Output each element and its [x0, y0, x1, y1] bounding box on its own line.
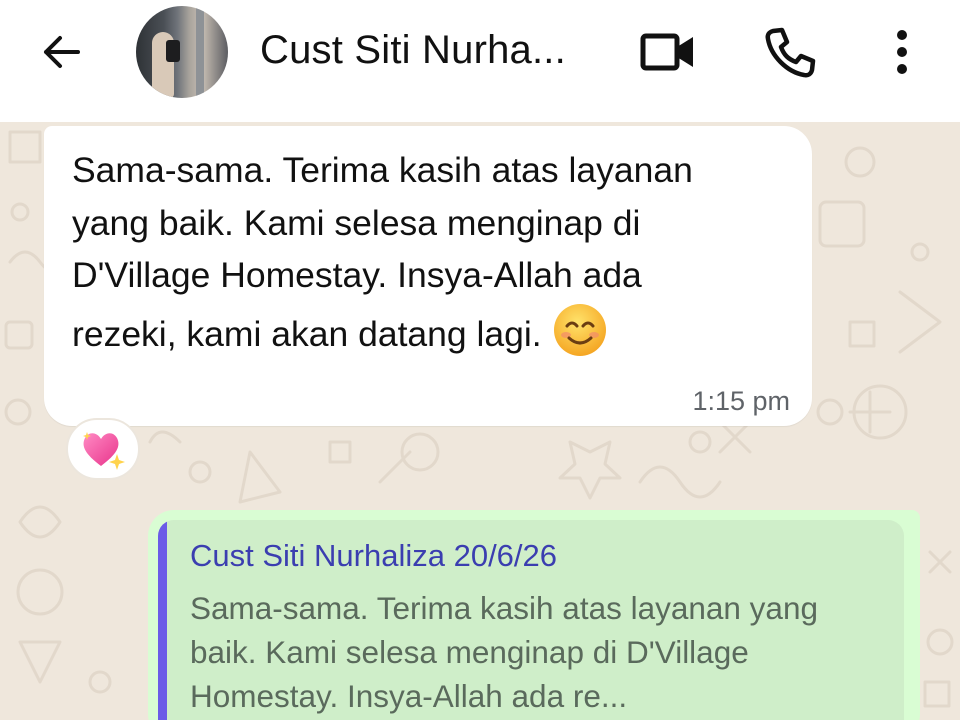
quote-accent-bar — [158, 520, 167, 720]
chat-header: Cust Siti Nurha... — [0, 0, 960, 122]
quoted-message[interactable]: Cust Siti Nurhaliza 20/6/26 Sama-sama. T… — [158, 520, 904, 720]
voice-call-icon[interactable] — [760, 24, 820, 80]
message-time: 1:15 pm — [692, 386, 790, 416]
message-text: Sama-sama. Terima kasih atas layanan yan… — [72, 144, 752, 360]
quoted-text: Sama-sama. Terima kasih atas layanan yan… — [190, 590, 818, 714]
outgoing-message-bubble[interactable]: Cust Siti Nurhaliza 20/6/26 Sama-sama. T… — [148, 510, 920, 720]
avatar[interactable] — [136, 6, 228, 98]
message-reaction[interactable] — [66, 418, 140, 480]
chat-area[interactable]: Sama-sama. Terima kasih atas layanan yan… — [0, 122, 960, 720]
back-arrow-icon[interactable] — [36, 26, 88, 78]
video-call-icon[interactable] — [636, 26, 700, 78]
quoted-sender: Cust Siti Nurhaliza 20/6/26 — [190, 538, 558, 573]
more-vert-icon[interactable] — [880, 22, 924, 82]
sparkling-heart-emoji — [83, 432, 125, 470]
contact-name[interactable]: Cust Siti Nurha... — [260, 28, 566, 73]
incoming-message-bubble[interactable]: Sama-sama. Terima kasih atas layanan yan… — [44, 126, 812, 426]
smiling-face-emoji — [553, 303, 606, 356]
